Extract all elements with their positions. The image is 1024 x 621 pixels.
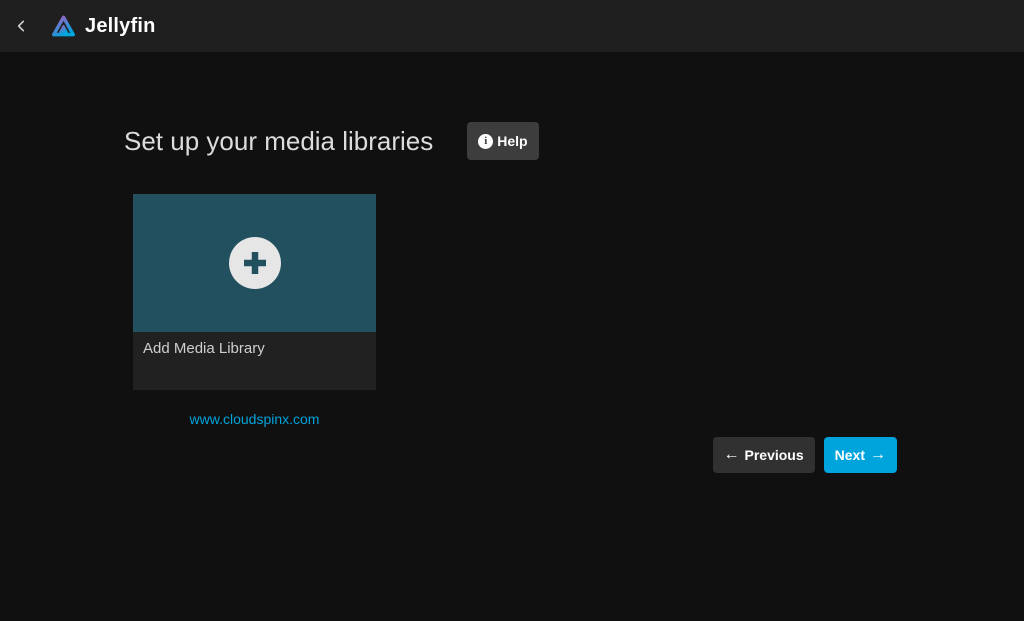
next-button-label: Next bbox=[835, 447, 865, 463]
app-title: Jellyfin bbox=[85, 15, 156, 38]
info-icon: i bbox=[478, 134, 493, 149]
card-label: Add Media Library bbox=[143, 340, 265, 357]
next-button[interactable]: Next → bbox=[824, 437, 897, 473]
help-button-label: Help bbox=[497, 133, 527, 149]
chevron-left-icon bbox=[14, 18, 30, 34]
title-row: Set up your media libraries i Help bbox=[124, 122, 539, 160]
previous-button-label: Previous bbox=[745, 447, 804, 463]
app-header: Jellyfin bbox=[0, 0, 1024, 52]
plus-icon bbox=[229, 237, 281, 289]
wizard-nav: ← Previous Next → bbox=[713, 437, 898, 473]
back-button[interactable] bbox=[2, 6, 42, 46]
help-button[interactable]: i Help bbox=[467, 122, 538, 160]
page-title: Set up your media libraries bbox=[124, 126, 433, 157]
jellyfin-logo-icon bbox=[50, 13, 77, 40]
setup-wizard-page: Jellyfin Set up your media libraries i H… bbox=[0, 0, 1024, 621]
app-logo: Jellyfin bbox=[50, 13, 156, 40]
cloudspinx-link[interactable]: www.cloudspinx.com bbox=[133, 411, 376, 427]
add-media-library-card[interactable]: Add Media Library bbox=[133, 194, 376, 390]
arrow-right-icon: → bbox=[870, 447, 886, 463]
previous-button[interactable]: ← Previous bbox=[713, 437, 815, 473]
arrow-left-icon: ← bbox=[724, 447, 740, 463]
card-image-area bbox=[133, 194, 376, 332]
card-footer: Add Media Library bbox=[133, 332, 376, 390]
